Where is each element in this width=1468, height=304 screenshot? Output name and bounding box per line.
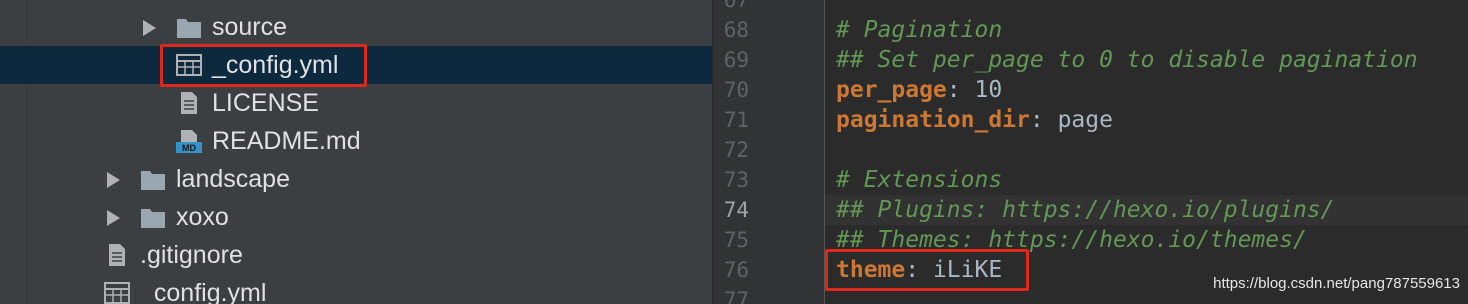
folder-icon bbox=[141, 171, 165, 190]
expand-arrow-icon[interactable] bbox=[143, 20, 156, 36]
folder-icon bbox=[141, 209, 165, 228]
expand-arrow-icon[interactable] bbox=[107, 172, 120, 188]
markdown-file-icon: MD bbox=[176, 130, 202, 153]
tree-item-label: source bbox=[212, 13, 288, 41]
line-number: 70 bbox=[723, 78, 749, 102]
line-number: 71 bbox=[723, 108, 749, 132]
code-comment: # Pagination bbox=[836, 17, 1003, 43]
code-line: per_page: 10 bbox=[836, 75, 1002, 105]
project-tree: source _config.yml LICENSE MD README.md … bbox=[0, 0, 712, 304]
code-line: # Pagination bbox=[836, 15, 1002, 45]
tree-item-label: .gitignore bbox=[140, 241, 243, 269]
yaml-file-icon bbox=[104, 282, 130, 304]
yaml-value: 10 bbox=[960, 77, 1003, 103]
watermark-text: https://blog.csdn.net/pang787559613 bbox=[1213, 275, 1460, 292]
code-comment: ## Set per_page to 0 to disable paginati… bbox=[836, 47, 1418, 73]
tree-item-xoxo-folder[interactable]: xoxo bbox=[0, 198, 712, 236]
code-line: pagination_dir: page bbox=[836, 105, 1113, 135]
yaml-separator: : bbox=[946, 77, 961, 103]
line-number: 76 bbox=[723, 258, 749, 282]
line-number: 73 bbox=[723, 168, 749, 192]
code-line: ## Set per_page to 0 to disable paginati… bbox=[836, 45, 1418, 75]
tree-item-gitignore[interactable]: .gitignore bbox=[0, 236, 712, 274]
tree-item-label: _config.yml bbox=[140, 279, 267, 304]
tree-item-label: LICENSE bbox=[212, 89, 319, 117]
yaml-key: pagination_dir bbox=[836, 107, 1030, 133]
expand-arrow-icon[interactable] bbox=[107, 210, 120, 226]
tree-item-source-folder[interactable]: source bbox=[0, 8, 712, 46]
line-number-current: 74 bbox=[723, 198, 749, 222]
code-line: ## Plugins: https://hexo.io/plugins/ bbox=[836, 195, 1335, 225]
folder-icon bbox=[177, 19, 201, 38]
yaml-value: page bbox=[1043, 107, 1113, 133]
tree-item-label: README.md bbox=[212, 127, 361, 155]
line-number: 68 bbox=[723, 18, 749, 42]
tree-item-readme[interactable]: MD README.md bbox=[0, 122, 712, 160]
markdown-badge: MD bbox=[182, 143, 196, 153]
line-number: 75 bbox=[723, 228, 749, 252]
text-file-icon bbox=[109, 244, 125, 266]
tree-item-landscape-folder[interactable]: landscape bbox=[0, 160, 712, 198]
code-comment: ## Plugins: https://hexo.io/plugins/ bbox=[836, 197, 1335, 223]
code-line: # Extensions bbox=[836, 165, 1002, 195]
annotation-highlight-config bbox=[160, 44, 367, 87]
tree-item-license[interactable]: LICENSE bbox=[0, 84, 712, 122]
line-number: 67 bbox=[723, 0, 749, 12]
yaml-key: per_page bbox=[836, 77, 947, 103]
tree-item-label: xoxo bbox=[176, 203, 229, 231]
text-file-icon bbox=[181, 92, 197, 114]
tree-item-label: landscape bbox=[176, 165, 290, 193]
yaml-separator: : bbox=[1029, 107, 1044, 133]
code-editor[interactable]: 67 68 69 70 71 72 73 74 75 76 77 # Pagin… bbox=[713, 0, 1468, 304]
code-comment: # Extensions bbox=[836, 167, 1003, 193]
tree-item-config-yml-root[interactable]: _config.yml bbox=[0, 274, 712, 304]
line-number: 72 bbox=[723, 138, 749, 162]
line-number: 77 bbox=[723, 288, 749, 304]
annotation-highlight-theme bbox=[825, 249, 1029, 291]
line-number: 69 bbox=[723, 48, 749, 72]
ide-window: source _config.yml LICENSE MD README.md … bbox=[0, 0, 1468, 304]
